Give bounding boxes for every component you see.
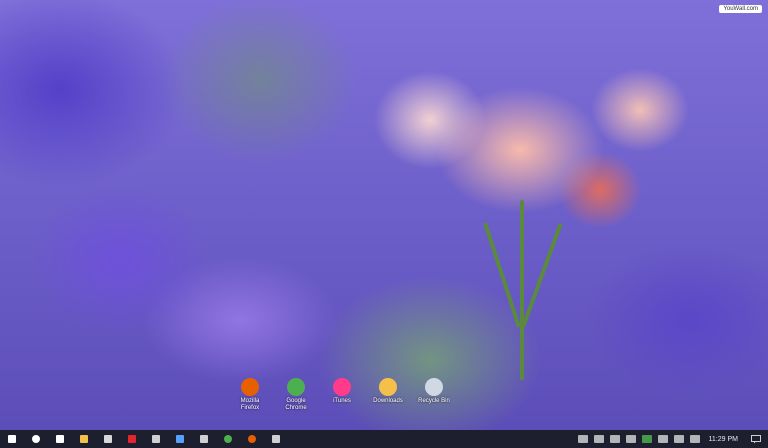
action-center-icon xyxy=(751,434,761,443)
window-app-icon xyxy=(176,435,184,443)
desktop-icon-label: Downloads xyxy=(373,398,403,404)
language-icon[interactable] xyxy=(673,435,684,443)
wifi-icon[interactable] xyxy=(657,435,668,443)
store-icon xyxy=(200,435,208,443)
firefox-icon xyxy=(241,378,259,396)
action-center-icon[interactable] xyxy=(748,432,764,446)
desktop-icon-downloads-folder[interactable]: Downloads xyxy=(370,378,406,405)
task-view-icon xyxy=(56,435,64,443)
desktop-icon-recycle-bin[interactable]: Recycle Bin xyxy=(416,378,452,405)
chrome-icon xyxy=(224,435,232,443)
taskbar: 11:29 PM xyxy=(0,430,768,448)
flower-stem xyxy=(521,222,563,328)
task-view-icon[interactable] xyxy=(52,432,68,446)
window-app-icon[interactable] xyxy=(172,432,188,446)
flower-stem xyxy=(483,222,521,328)
itunes-icon xyxy=(333,378,351,396)
tile-app-icon xyxy=(104,435,112,443)
puzzle-icon xyxy=(152,435,160,443)
desktop-icon-label: Google Chrome xyxy=(285,398,307,411)
desktop-icon-label: Mozilla Firefox xyxy=(240,398,260,411)
desktop-icon-label: iTunes xyxy=(333,398,351,404)
media-icon xyxy=(272,435,280,443)
adobe-icon xyxy=(128,435,136,443)
monitor-icon[interactable] xyxy=(625,435,636,443)
desktop-icon-chrome[interactable]: Google Chrome xyxy=(278,378,314,412)
file-explorer-icon xyxy=(80,435,88,443)
desktop-wallpaper xyxy=(0,0,768,430)
cortana-icon[interactable] xyxy=(28,432,44,446)
show-hidden-icons[interactable] xyxy=(577,435,588,443)
desktop-icon-itunes[interactable]: iTunes xyxy=(324,378,360,405)
flower-stem xyxy=(520,200,524,380)
firefox-icon xyxy=(248,435,256,443)
green-app-icon[interactable] xyxy=(641,435,652,443)
adobe-icon[interactable] xyxy=(124,432,140,446)
network-icon[interactable] xyxy=(609,435,620,443)
desktop-icon-label: Recycle Bin xyxy=(418,398,450,404)
tile-app-icon[interactable] xyxy=(100,432,116,446)
volume-icon[interactable] xyxy=(593,435,604,443)
store-icon[interactable] xyxy=(196,432,212,446)
downloads-folder-icon xyxy=(379,378,397,396)
tray-icons xyxy=(575,435,703,443)
start-icon xyxy=(8,435,16,443)
firefox-icon[interactable] xyxy=(244,432,260,446)
recycle-bin-icon xyxy=(425,378,443,396)
start-icon[interactable] xyxy=(4,432,20,446)
cortana-icon xyxy=(32,435,40,443)
system-tray: 11:29 PM xyxy=(575,430,768,448)
chrome-icon[interactable] xyxy=(220,432,236,446)
media-icon[interactable] xyxy=(268,432,284,446)
desktop-icon-firefox[interactable]: Mozilla Firefox xyxy=(232,378,268,412)
taskbar-clock[interactable]: 11:29 PM xyxy=(709,436,738,443)
taskbar-pinned-apps xyxy=(0,432,288,446)
file-explorer-icon[interactable] xyxy=(76,432,92,446)
keyboard-icon[interactable] xyxy=(689,435,700,443)
chrome-icon xyxy=(287,378,305,396)
puzzle-icon[interactable] xyxy=(148,432,164,446)
wallpaper-watermark: YouWall.com xyxy=(719,5,762,13)
